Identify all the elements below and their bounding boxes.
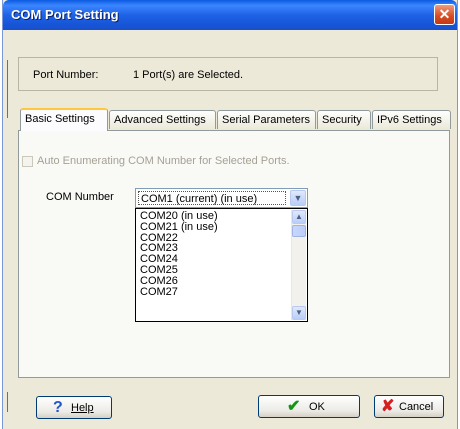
close-button[interactable]: ✕	[434, 4, 455, 25]
auto-enumerate-checkbox[interactable]	[22, 155, 33, 167]
vertical-scrollbar[interactable]: ▲ ▼	[291, 210, 306, 320]
com-number-select[interactable]: COM1 (current) (in use) ▼	[135, 188, 308, 208]
help-button-label: Help	[71, 402, 94, 414]
scroll-up-icon[interactable]: ▲	[292, 210, 306, 224]
cancel-button-label: Cancel	[399, 401, 434, 413]
left-edge-mark	[7, 60, 8, 118]
list-item[interactable]: COM21 (in use)	[140, 221, 218, 233]
com-options: COM20 (in use) COM21 (in use) COM22 COM2…	[140, 211, 218, 297]
port-number-label: Port Number:	[33, 69, 99, 81]
question-icon: ?	[53, 399, 63, 416]
chevron-down-icon[interactable]: ▼	[290, 190, 306, 206]
scroll-down-icon[interactable]: ▼	[292, 306, 306, 320]
tab-label: Basic Settings	[25, 113, 95, 125]
tab-basic-settings[interactable]: Basic Settings	[20, 108, 108, 131]
tab-label: Serial Parameters	[222, 114, 311, 126]
tab-label: Security	[322, 114, 362, 126]
auto-enumerate-row: Auto Enumerating COM Number for Selected…	[22, 155, 290, 167]
tab-advanced-settings[interactable]: Advanced Settings	[109, 110, 216, 129]
help-button[interactable]: ? Help	[36, 396, 112, 419]
tab-security[interactable]: Security	[317, 110, 371, 129]
window-title: COM Port Setting	[11, 7, 119, 22]
port-number-value: 1 Port(s) are Selected.	[133, 69, 244, 81]
ok-button-label: OK	[309, 401, 325, 413]
ok-button[interactable]: ✔ OK	[258, 395, 360, 418]
tab-serial-parameters[interactable]: Serial Parameters	[217, 110, 316, 129]
tab-bar: Basic Settings Advanced Settings Serial …	[18, 108, 454, 131]
port-info-box: Port Number: 1 Port(s) are Selected.	[18, 57, 438, 91]
tab-label: IPv6 Settings	[377, 114, 442, 126]
x-mark-icon: ✘	[381, 398, 395, 415]
com-number-dropdown-list[interactable]: COM20 (in use) COM21 (in use) COM22 COM2…	[135, 208, 308, 322]
list-item[interactable]: COM27	[140, 286, 218, 298]
com-number-value: COM1 (current) (in use)	[138, 191, 286, 205]
left-edge-mark	[7, 392, 8, 412]
cancel-button[interactable]: ✘ Cancel	[374, 395, 444, 418]
close-icon: ✕	[438, 6, 451, 22]
checkmark-icon: ✔	[287, 398, 301, 415]
scroll-thumb[interactable]	[292, 225, 306, 237]
auto-enumerate-label: Auto Enumerating COM Number for Selected…	[37, 155, 290, 167]
tab-ipv6-settings[interactable]: IPv6 Settings	[372, 110, 451, 129]
title-bar[interactable]: COM Port Setting ✕	[3, 0, 457, 30]
com-number-label: COM Number	[46, 191, 114, 203]
list-item[interactable]: COM26	[140, 275, 218, 287]
tab-label: Advanced Settings	[114, 114, 206, 126]
